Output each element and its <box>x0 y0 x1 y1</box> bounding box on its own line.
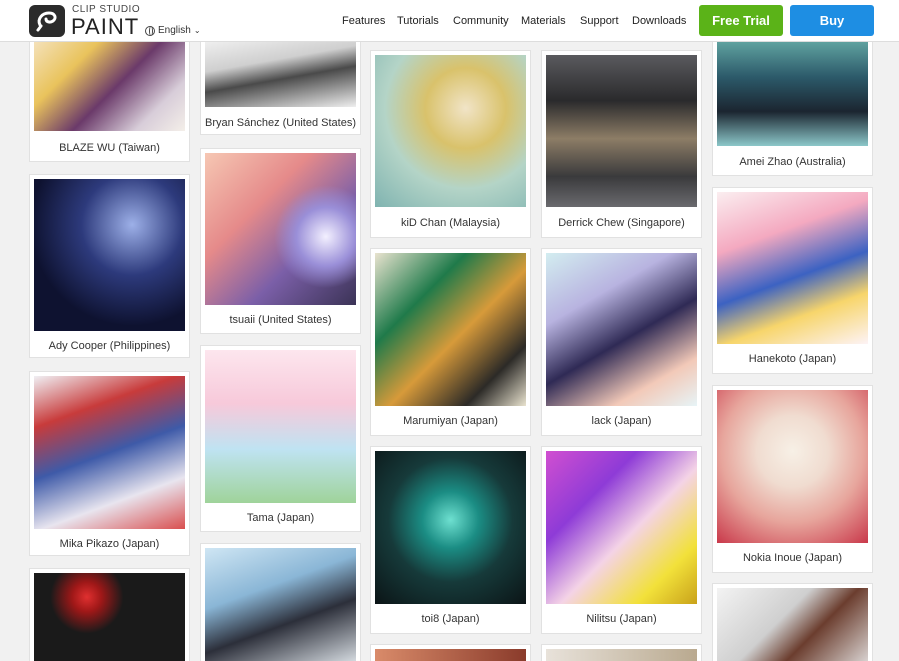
gallery-card[interactable]: Derrick Chew (Singapore) <box>541 50 702 238</box>
language-selector[interactable]: English ⌄ <box>145 25 201 36</box>
gallery-card[interactable]: lack (Japan) <box>541 248 702 436</box>
gallery-card[interactable]: Nokia Inoue (Japan) <box>712 385 873 573</box>
nav-community[interactable]: Community <box>453 15 509 27</box>
nav-materials[interactable]: Materials <box>521 15 566 27</box>
globe-icon <box>145 25 155 36</box>
gallery-card[interactable] <box>370 644 531 661</box>
gallery-card[interactable] <box>200 543 361 661</box>
gallery-card[interactable]: Amei Zhao (Australia) <box>712 30 873 176</box>
artwork-image <box>375 253 526 406</box>
gallery-card[interactable]: Hanekoto (Japan) <box>712 187 873 374</box>
artist-caption: Mika Pikazo (Japan) <box>59 538 160 550</box>
artist-caption: Hanekoto (Japan) <box>748 353 837 365</box>
gallery-card[interactable]: Mika Pikazo (Japan) <box>29 371 190 556</box>
gallery-card[interactable]: Tama (Japan) <box>200 345 361 532</box>
artwork-image <box>375 649 526 661</box>
artwork-image <box>546 253 697 406</box>
artwork-image <box>717 588 868 661</box>
language-label: English <box>158 25 191 36</box>
artwork-image <box>205 548 356 661</box>
logo-main-text: PAINT <box>71 14 140 39</box>
gallery-card[interactable]: kiD Chan (Malaysia) <box>370 50 531 238</box>
nav-downloads[interactable]: Downloads <box>632 15 686 27</box>
gallery-card[interactable] <box>712 583 873 661</box>
artwork-image <box>34 376 185 529</box>
artist-caption: Bryan Sánchez (United States) <box>204 117 357 129</box>
nav-tutorials[interactable]: Tutorials <box>397 15 439 27</box>
artist-caption: tsuaii (United States) <box>229 314 332 326</box>
artist-caption: Amei Zhao (Australia) <box>739 156 846 168</box>
buy-button[interactable]: Buy <box>790 5 874 36</box>
artist-caption: lack (Japan) <box>591 415 652 427</box>
artwork-image <box>717 390 868 543</box>
artwork-image <box>546 649 697 661</box>
artwork-image <box>375 451 526 604</box>
free-trial-button[interactable]: Free Trial <box>699 5 783 36</box>
artist-caption: Tama (Japan) <box>246 512 315 524</box>
gallery-card[interactable]: Ady Cooper (Philippines) <box>29 174 190 358</box>
gallery-card[interactable]: Marumiyan (Japan) <box>370 248 531 436</box>
artist-caption: Nilitsu (Japan) <box>586 613 657 625</box>
site-header: CLIP STUDIO PAINT English ⌄ Features Tut… <box>0 0 899 42</box>
gallery-card[interactable] <box>541 644 702 661</box>
gallery-card[interactable] <box>29 568 190 661</box>
artist-caption: toi8 (Japan) <box>421 613 480 625</box>
artist-caption: Nokia Inoue (Japan) <box>742 552 843 564</box>
chevron-down-icon: ⌄ <box>193 26 201 35</box>
artist-caption: kiD Chan (Malaysia) <box>400 217 501 229</box>
artwork-image <box>205 350 356 503</box>
artwork-image <box>717 31 868 146</box>
gallery-card[interactable]: Bryan Sánchez (United States) <box>200 30 361 135</box>
artwork-image <box>34 573 185 661</box>
nav-support[interactable]: Support <box>580 15 619 27</box>
artist-caption: Derrick Chew (Singapore) <box>558 217 685 229</box>
clip-studio-logo-icon[interactable] <box>29 5 65 37</box>
gallery-card[interactable]: BLAZE WU (Taiwan) <box>29 30 190 162</box>
artwork-image <box>34 31 185 131</box>
artwork-image <box>717 192 868 344</box>
artwork-image <box>375 55 526 207</box>
artist-caption: Ady Cooper (Philippines) <box>48 340 171 352</box>
artwork-image <box>205 31 356 107</box>
artwork-image <box>546 55 697 207</box>
gallery-card[interactable]: toi8 (Japan) <box>370 446 531 634</box>
artwork-image <box>34 179 185 331</box>
artist-caption: BLAZE WU (Taiwan) <box>59 142 160 154</box>
artist-caption: Marumiyan (Japan) <box>403 415 498 427</box>
gallery-card[interactable]: Nilitsu (Japan) <box>541 446 702 634</box>
gallery-card[interactable]: tsuaii (United States) <box>200 148 361 334</box>
artwork-image <box>546 451 697 604</box>
nav-features[interactable]: Features <box>342 15 385 27</box>
artwork-image <box>205 153 356 305</box>
